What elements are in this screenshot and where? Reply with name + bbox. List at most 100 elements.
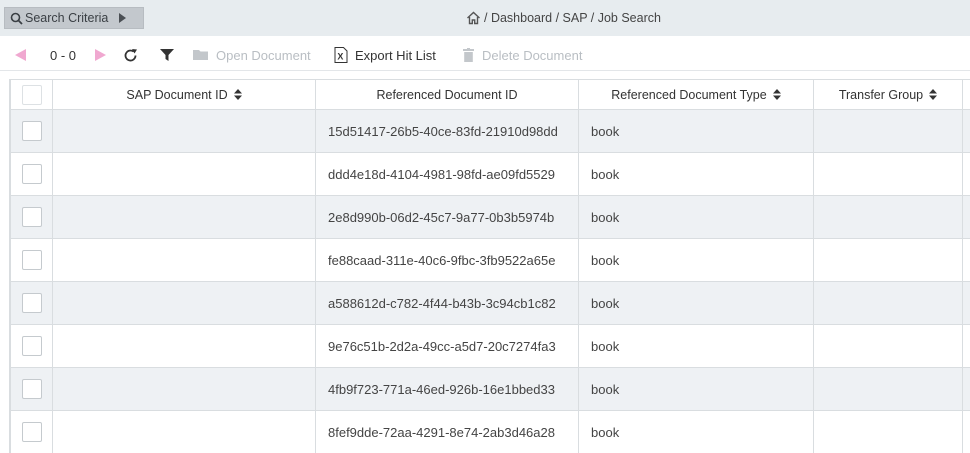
column-label: Transfer Group bbox=[838, 87, 924, 102]
table-row[interactable]: 9e76c51b-2d2a-49cc-a5d7-20c7274fa3 book bbox=[10, 324, 970, 368]
row-checkbox[interactable] bbox=[21, 293, 42, 313]
referenced-document-id-cell: 8fef9dde-72aa-4291-8e74-2ab3d46a28 bbox=[315, 410, 579, 453]
row-select-cell bbox=[10, 109, 53, 153]
row-checkbox[interactable] bbox=[21, 250, 42, 270]
row-checkbox[interactable] bbox=[21, 121, 42, 141]
table-row[interactable]: a588612d-c782-4f44-b43b-3c94cb1c82 book bbox=[10, 281, 970, 325]
transfer-group-cell bbox=[813, 324, 963, 368]
transfer-group-cell bbox=[813, 109, 963, 153]
referenced-document-id-cell: a588612d-c782-4f44-b43b-3c94cb1c82 bbox=[315, 281, 579, 325]
extra-cell bbox=[962, 152, 970, 196]
referenced-document-type-cell: book bbox=[578, 238, 814, 282]
row-select-cell bbox=[10, 195, 53, 239]
transfer-group-cell bbox=[813, 281, 963, 325]
referenced-document-id-cell: fe88caad-311e-40c6-9fbc-3fb9522a65e bbox=[315, 238, 579, 282]
extra-cell bbox=[962, 109, 970, 153]
row-checkbox[interactable] bbox=[21, 336, 42, 356]
row-select-cell bbox=[10, 238, 53, 282]
sap-document-id-cell bbox=[52, 238, 316, 282]
sap-document-id-cell bbox=[52, 281, 316, 325]
results-table: SAP Document ID Referenced Document ID R… bbox=[9, 79, 970, 453]
column-header-transfer-group[interactable]: Transfer Group bbox=[813, 79, 963, 110]
refresh-icon[interactable] bbox=[123, 48, 138, 63]
column-header-referenced-document-type[interactable]: Referenced Document Type bbox=[578, 79, 814, 110]
referenced-document-type-cell: book bbox=[578, 324, 814, 368]
referenced-document-type-cell: book bbox=[578, 367, 814, 411]
row-checkbox[interactable] bbox=[21, 422, 42, 442]
column-header-referenced-document-id[interactable]: Referenced Document ID bbox=[315, 79, 579, 110]
column-label: Referenced Document Type bbox=[611, 87, 767, 102]
row-select-cell bbox=[10, 410, 53, 453]
row-checkbox[interactable] bbox=[21, 164, 42, 184]
referenced-document-id-cell: 4fb9f723-771a-46ed-926b-16e1bbed33 bbox=[315, 367, 579, 411]
delete-document-button[interactable]: Delete Document bbox=[463, 48, 582, 63]
referenced-document-id-cell: 15d51417-26b5-40ce-83fd-21910d98dd bbox=[315, 109, 579, 153]
export-hit-list-button[interactable]: X Export Hit List bbox=[334, 47, 436, 63]
table-row[interactable]: ddd4e18d-4104-4981-98fd-ae09fd5529 book bbox=[10, 152, 970, 196]
column-header-extra bbox=[962, 79, 970, 110]
sap-document-id-cell bbox=[52, 324, 316, 368]
breadcrumb: / Dashboard / SAP / Job Search bbox=[466, 10, 661, 26]
row-select-cell bbox=[10, 152, 53, 196]
row-checkbox[interactable] bbox=[21, 379, 42, 399]
open-document-label: Open Document bbox=[216, 47, 311, 63]
extra-cell bbox=[962, 410, 970, 453]
search-criteria-button[interactable]: Search Criteria bbox=[4, 7, 144, 29]
referenced-document-id-cell: 2e8d990b-06d2-45c7-9a77-0b3b5974b bbox=[315, 195, 579, 239]
sap-document-id-cell bbox=[52, 109, 316, 153]
chevron-right-icon bbox=[119, 13, 127, 23]
column-header-sap-document-id[interactable]: SAP Document ID bbox=[52, 79, 316, 110]
home-icon[interactable] bbox=[466, 11, 481, 25]
transfer-group-cell bbox=[813, 195, 963, 239]
column-label: SAP Document ID bbox=[126, 87, 228, 102]
search-icon bbox=[10, 12, 23, 25]
transfer-group-cell bbox=[813, 238, 963, 282]
table-row[interactable]: 15d51417-26b5-40ce-83fd-21910d98dd book bbox=[10, 109, 970, 153]
table-row[interactable]: fe88caad-311e-40c6-9fbc-3fb9522a65e book bbox=[10, 238, 970, 282]
table-header-row: SAP Document ID Referenced Document ID R… bbox=[10, 79, 970, 110]
transfer-group-cell bbox=[813, 152, 963, 196]
table-row[interactable]: 8fef9dde-72aa-4291-8e74-2ab3d46a28 book bbox=[10, 410, 970, 453]
table-row[interactable]: 2e8d990b-06d2-45c7-9a77-0b3b5974b book bbox=[10, 195, 970, 239]
referenced-document-id-cell: 9e76c51b-2d2a-49cc-a5d7-20c7274fa3 bbox=[315, 324, 579, 368]
folder-icon bbox=[193, 49, 209, 61]
referenced-document-type-cell: book bbox=[578, 152, 814, 196]
row-select-cell bbox=[10, 367, 53, 411]
referenced-document-type-cell: book bbox=[578, 195, 814, 239]
sap-document-id-cell bbox=[52, 410, 316, 453]
referenced-document-type-cell: book bbox=[578, 109, 814, 153]
extra-cell bbox=[962, 281, 970, 325]
select-all-cell bbox=[10, 79, 53, 110]
extra-cell bbox=[962, 195, 970, 239]
excel-icon: X bbox=[334, 47, 348, 63]
select-all-checkbox[interactable] bbox=[21, 84, 42, 105]
sort-icon[interactable] bbox=[233, 89, 242, 100]
filter-icon[interactable] bbox=[160, 48, 174, 62]
export-hit-list-label: Export Hit List bbox=[355, 47, 436, 63]
delete-document-label: Delete Document bbox=[482, 47, 583, 63]
referenced-document-id-cell: ddd4e18d-4104-4981-98fd-ae09fd5529 bbox=[315, 152, 579, 196]
svg-text:X: X bbox=[337, 52, 343, 62]
row-checkbox[interactable] bbox=[21, 207, 42, 227]
referenced-document-type-cell: book bbox=[578, 281, 814, 325]
sort-icon[interactable] bbox=[929, 89, 938, 100]
transfer-group-cell bbox=[813, 410, 963, 453]
sap-document-id-cell bbox=[52, 152, 316, 196]
prev-page-icon[interactable] bbox=[15, 49, 26, 61]
extra-cell bbox=[962, 367, 970, 411]
extra-cell bbox=[962, 238, 970, 282]
search-criteria-label: Search Criteria bbox=[25, 11, 109, 25]
sap-document-id-cell bbox=[52, 195, 316, 239]
referenced-document-type-cell: book bbox=[578, 410, 814, 453]
extra-cell bbox=[962, 324, 970, 368]
transfer-group-cell bbox=[813, 367, 963, 411]
row-select-cell bbox=[10, 324, 53, 368]
table-row[interactable]: 4fb9f723-771a-46ed-926b-16e1bbed33 book bbox=[10, 367, 970, 411]
trash-icon bbox=[463, 48, 474, 62]
column-label: Referenced Document ID bbox=[376, 87, 518, 102]
sap-document-id-cell bbox=[52, 367, 316, 411]
open-document-button[interactable]: Open Document bbox=[193, 48, 311, 63]
next-page-icon[interactable] bbox=[95, 49, 106, 61]
sort-icon[interactable] bbox=[772, 89, 781, 100]
breadcrumb-path[interactable]: / Dashboard / SAP / Job Search bbox=[484, 11, 661, 25]
